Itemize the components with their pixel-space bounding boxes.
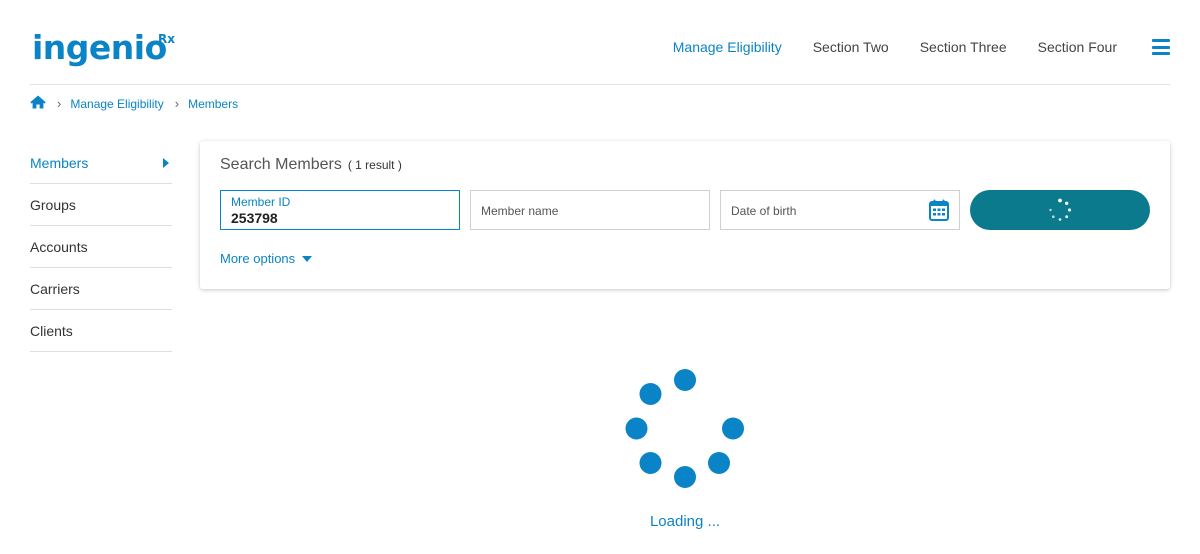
search-title: Search Members bbox=[220, 156, 342, 173]
spinner-dot bbox=[639, 452, 662, 474]
caret-down-icon bbox=[302, 256, 313, 262]
breadcrumb-separator: › bbox=[57, 96, 62, 111]
spinner-dot bbox=[722, 417, 744, 440]
app-header: ingenio Rx Manage Eligibility Section Tw… bbox=[30, 0, 1170, 85]
nav-section-four[interactable]: Section Four bbox=[1038, 33, 1117, 61]
search-title-row: Search Members ( 1 result ) bbox=[220, 156, 402, 174]
member-id-value[interactable]: 253798 bbox=[231, 210, 278, 226]
sidebar-item-label: Carriers bbox=[30, 280, 80, 297]
more-options-toggle[interactable]: More options bbox=[220, 251, 313, 266]
sidebar-item-clients[interactable]: Clients bbox=[30, 310, 172, 352]
search-members-card: Search Members ( 1 result ) Member ID 253… bbox=[200, 141, 1170, 289]
top-nav: Manage Eligibility Section Two Section T… bbox=[642, 33, 1170, 61]
logo-text: ingenio bbox=[32, 28, 167, 67]
breadcrumb-members[interactable]: Members bbox=[188, 97, 238, 111]
sidebar-item-groups[interactable]: Groups bbox=[30, 184, 172, 226]
button-spinner-icon bbox=[1049, 198, 1072, 221]
spinner-dot bbox=[674, 369, 696, 391]
spinner-dot bbox=[674, 466, 696, 488]
nav-section-three[interactable]: Section Three bbox=[920, 33, 1007, 61]
sidebar: Members Groups Accounts Carriers Clients bbox=[30, 142, 172, 352]
nav-section-two[interactable]: Section Two bbox=[813, 33, 889, 61]
sidebar-item-carriers[interactable]: Carriers bbox=[30, 268, 172, 310]
nav-manage-eligibility[interactable]: Manage Eligibility bbox=[673, 33, 782, 61]
loading-spinner bbox=[624, 368, 746, 495]
sidebar-item-label: Groups bbox=[30, 196, 76, 213]
loading-text: Loading ... bbox=[649, 513, 721, 530]
sidebar-item-label: Accounts bbox=[30, 238, 88, 255]
search-button[interactable] bbox=[970, 190, 1150, 230]
date-of-birth-placeholder: Date of birth bbox=[731, 204, 797, 218]
breadcrumb-separator: › bbox=[174, 96, 180, 111]
sidebar-item-label: Members bbox=[30, 154, 89, 171]
more-options-label: More options bbox=[220, 251, 296, 266]
date-of-birth-field[interactable]: Date of birth bbox=[720, 190, 960, 230]
spinner-dot bbox=[639, 383, 662, 405]
result-count: ( 1 result ) bbox=[347, 158, 402, 172]
breadcrumb-manage-eligibility[interactable]: Manage Eligibility bbox=[70, 97, 163, 111]
caret-right-icon bbox=[163, 157, 169, 168]
member-name-placeholder: Member name bbox=[481, 204, 559, 218]
spinner-dot bbox=[625, 417, 648, 440]
calendar-icon[interactable] bbox=[929, 199, 949, 226]
sidebar-item-label: Clients bbox=[30, 322, 73, 339]
hamburger-menu-icon[interactable] bbox=[1152, 39, 1170, 55]
member-name-field[interactable]: Member name bbox=[470, 190, 710, 230]
member-id-label: Member ID bbox=[231, 195, 291, 209]
ingenio-rx-logo[interactable]: ingenio Rx bbox=[32, 28, 175, 68]
home-icon[interactable] bbox=[30, 95, 46, 112]
spinner-dot bbox=[708, 452, 730, 474]
logo-superscript: Rx bbox=[158, 32, 175, 46]
member-id-field[interactable]: Member ID 253798 bbox=[220, 190, 460, 230]
sidebar-item-members[interactable]: Members bbox=[30, 142, 172, 184]
sidebar-item-accounts[interactable]: Accounts bbox=[30, 226, 172, 268]
breadcrumb: › Manage Eligibility › Members bbox=[30, 95, 238, 112]
